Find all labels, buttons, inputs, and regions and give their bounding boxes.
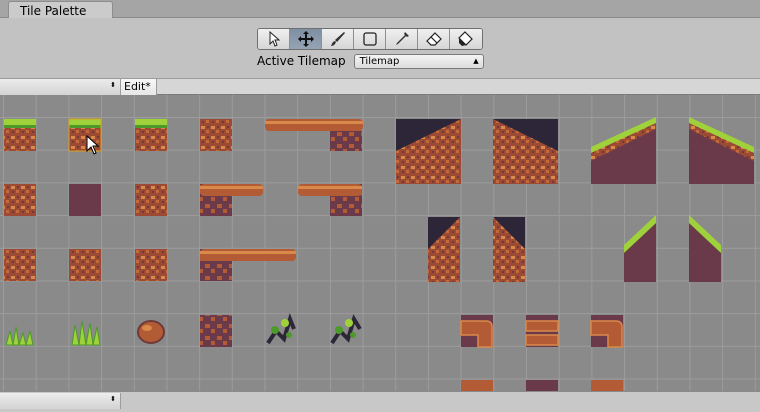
- tile-pipe-vertical-3: [591, 380, 623, 391]
- tile-platform-bottom: [200, 249, 296, 281]
- window-tab-strip: Tile Palette: [0, 0, 760, 19]
- tile-dirt-block: [200, 119, 232, 151]
- tile-grass-left: [4, 119, 36, 151]
- palette-bar: ⬍ Edit*: [0, 78, 760, 95]
- dropdown-arrows-icon: ⬍: [110, 395, 116, 403]
- tile-pipe-corner: [460, 315, 493, 348]
- select-tool-button[interactable]: [258, 29, 290, 49]
- tile-grass-slope-left: [591, 117, 656, 184]
- tile-pipe-vertical-1: [461, 380, 493, 391]
- tile-narrow-grass-slope-left: [624, 215, 656, 282]
- tile-grass-slope-right: [689, 117, 754, 184]
- tile-narrow-grass-slope-right: [689, 215, 721, 282]
- picker-tool-button[interactable]: [386, 29, 418, 49]
- eyedropper-icon: [395, 32, 409, 45]
- brush-dropdown[interactable]: ⬍: [0, 393, 121, 409]
- tile-dirt-fill: [69, 184, 101, 216]
- tile-dirt-bottom-right: [135, 249, 167, 281]
- eraser-icon: [425, 32, 442, 46]
- tile-dirt-edge-right: [135, 184, 167, 216]
- dropdown-arrows-icon: ▲: [473, 56, 479, 65]
- tile-pipe-horizontal: [525, 315, 559, 347]
- fill-tool-button[interactable]: [450, 29, 482, 49]
- arrow-select-icon: [269, 31, 280, 47]
- move-icon: [297, 31, 314, 47]
- active-tilemap-dropdown[interactable]: Tilemap ▲: [353, 53, 484, 69]
- tile-dirt-bottom-middle: [69, 249, 101, 281]
- tile-pipe-corner-right: [590, 315, 623, 348]
- tile-grass-tuft-small: [5, 326, 34, 347]
- tile-bush-vine-2: [330, 314, 362, 345]
- edit-palette-button[interactable]: Edit*: [121, 79, 157, 95]
- active-tilemap-row: Active Tilemap Tilemap ▲: [257, 53, 484, 69]
- palette-dropdown[interactable]: ⬍: [0, 79, 121, 95]
- tile-slope-dark-right: [493, 119, 558, 184]
- erase-tool-button[interactable]: [418, 29, 450, 49]
- active-tilemap-label: Active Tilemap: [257, 54, 346, 68]
- tile-pipe-vertical-2: [526, 380, 558, 391]
- box-fill-tool-button[interactable]: [354, 29, 386, 49]
- rectangle-icon: [362, 32, 377, 46]
- active-tilemap-value: Tilemap: [359, 55, 400, 67]
- tile-platform-long: [265, 119, 363, 151]
- tile-dirt-edge-left: [4, 184, 36, 216]
- tile-narrow-slope-right: [493, 217, 525, 282]
- tile-grass-tuft-tall: [71, 320, 101, 346]
- tile-palette-tab[interactable]: Tile Palette: [8, 1, 113, 19]
- tile-palette-grid[interactable]: [0, 95, 760, 391]
- tile-rock-large: [137, 320, 165, 344]
- tile-platform-left-corner: [200, 184, 263, 216]
- paint-tool-button[interactable]: [322, 29, 354, 49]
- tile-bush-vine-1: [266, 312, 296, 345]
- tile-narrow-slope-left: [428, 217, 460, 282]
- tile-grid-svg: [4, 117, 754, 391]
- tile-grass-right: [135, 119, 167, 151]
- move-tool-button[interactable]: [290, 29, 322, 49]
- toolbar-area: Active Tilemap Tilemap ▲: [0, 18, 760, 78]
- tile-platform-right-corner: [298, 184, 362, 216]
- tool-buttons: [257, 28, 483, 50]
- tile-rock-small: [200, 315, 232, 347]
- dropdown-arrows-icon: ⬍: [110, 81, 116, 89]
- mouse-cursor-icon: [86, 135, 100, 155]
- brush-bar: ⬍: [0, 391, 760, 412]
- brush-icon: [330, 32, 345, 46]
- fill-bucket-icon: [458, 31, 473, 46]
- tile-dirt-bottom-left: [4, 249, 36, 281]
- tile-slope-dark-left: [396, 119, 461, 184]
